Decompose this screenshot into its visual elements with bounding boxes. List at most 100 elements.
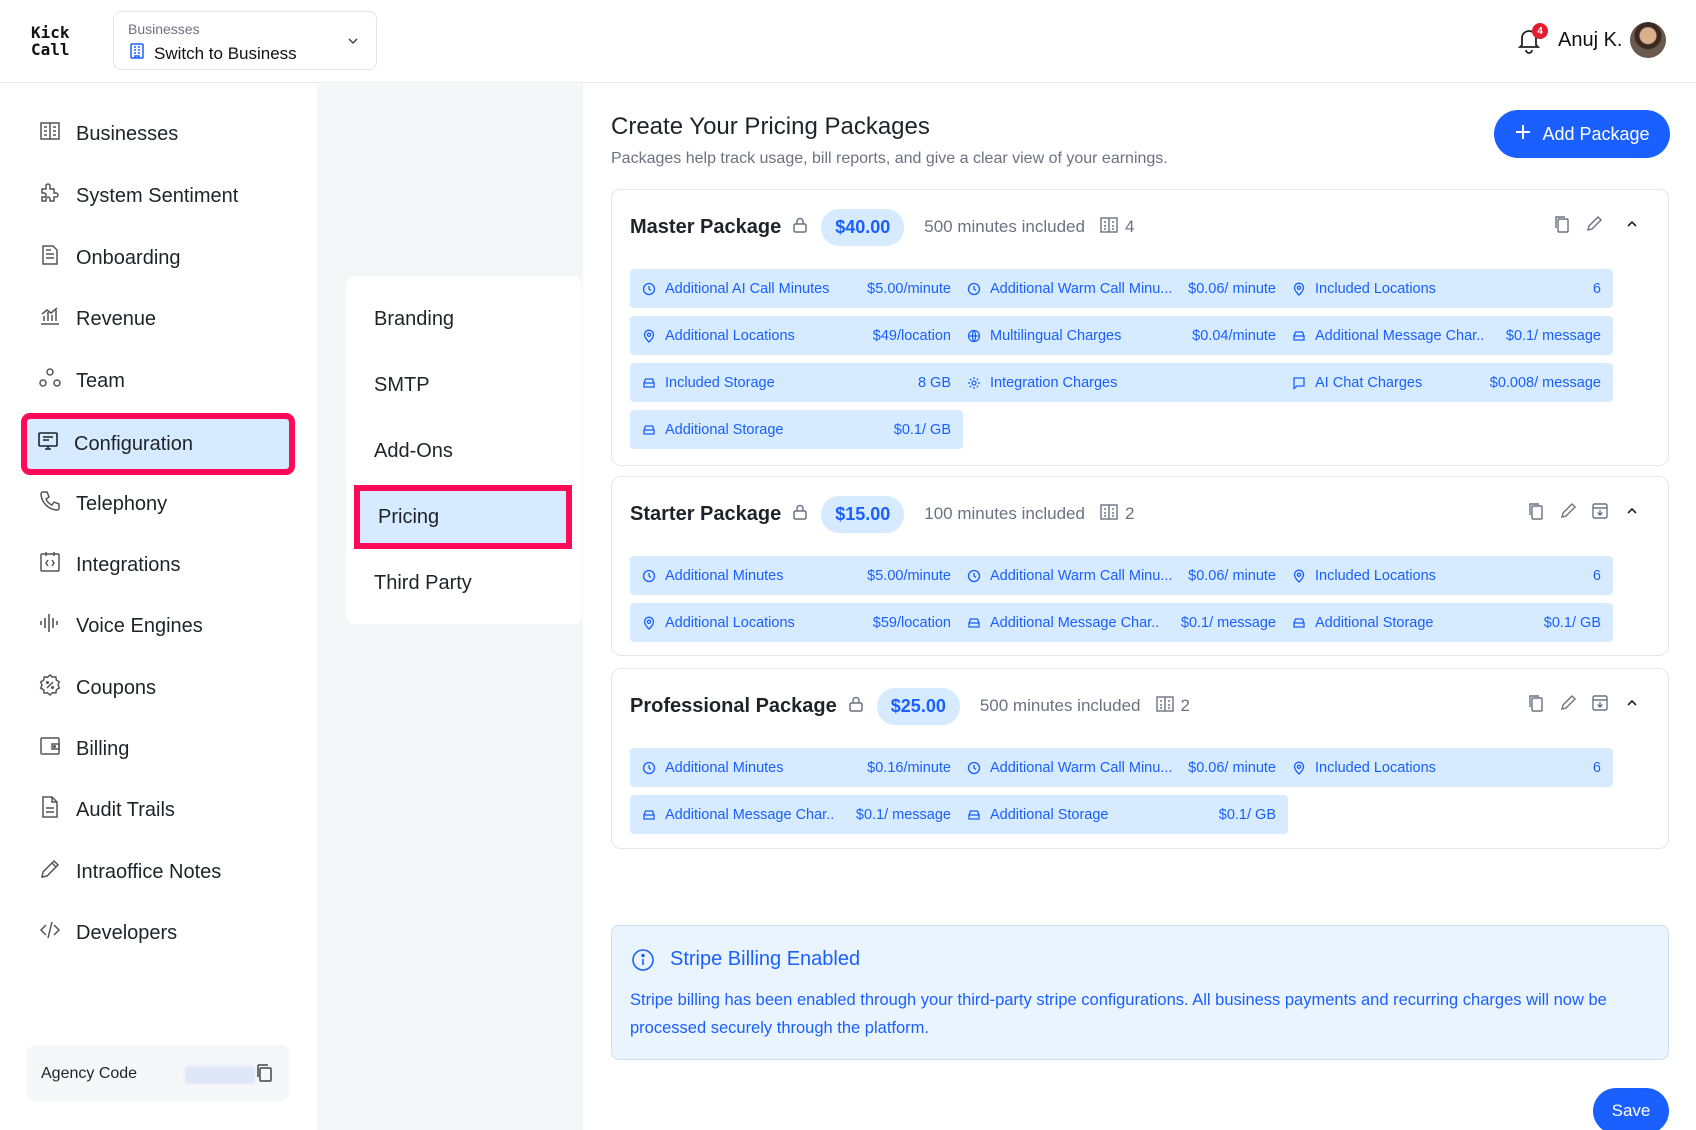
- chip-value: $0.008/ message: [1489, 374, 1601, 391]
- config-icon: [36, 429, 60, 459]
- pricing-chip: Included Locations 6: [1280, 748, 1613, 787]
- chip-value: $5.00/minute: [867, 567, 951, 584]
- chevron-up-icon[interactable]: [1622, 501, 1642, 521]
- chip-value: $0.1/ GB: [1543, 614, 1601, 631]
- package-price: $40.00: [821, 208, 905, 246]
- subnav-item-branding[interactable]: Branding: [355, 291, 573, 347]
- duplicate-icon[interactable]: [1526, 693, 1546, 713]
- building-icon: [1155, 695, 1175, 718]
- edit-icon[interactable]: [1584, 214, 1604, 234]
- package-actions: [1526, 693, 1642, 713]
- avatar[interactable]: [1630, 22, 1666, 58]
- sidebar-item-coupons[interactable]: Coupons: [28, 665, 290, 711]
- sidebar-item-label: Configuration: [74, 432, 193, 455]
- chevron-up-icon[interactable]: [1622, 693, 1642, 713]
- subnav-item-smtp[interactable]: SMTP: [355, 357, 573, 413]
- chip-label: Included Locations: [1315, 759, 1436, 776]
- copy-icon[interactable]: [255, 1063, 273, 1088]
- storage-icon: [642, 808, 656, 822]
- sidebar-item-billing[interactable]: Billing: [28, 726, 290, 772]
- package-name: Professional Package: [630, 694, 837, 717]
- user-name[interactable]: Anuj K.: [1558, 29, 1622, 52]
- package-name: Master Package: [630, 215, 782, 238]
- archive-icon[interactable]: [1590, 501, 1610, 521]
- notification-bell-icon[interactable]: 4: [1516, 23, 1548, 54]
- chip-label: Additional Storage: [1315, 614, 1434, 631]
- chip-label: Additional Message Char..: [990, 614, 1160, 631]
- sidebar-item-integrations[interactable]: Integrations: [28, 542, 290, 588]
- chip-label: Additional Message Char..: [1315, 327, 1485, 344]
- subnav-item-add-ons[interactable]: Add-Ons: [355, 423, 573, 479]
- file-icon: [38, 795, 62, 825]
- sidebar-item-configuration[interactable]: Configuration: [21, 413, 295, 475]
- archive-icon[interactable]: [1590, 693, 1610, 713]
- notification-badge: 4: [1532, 23, 1548, 39]
- sidebar-item-label: Telephony: [76, 492, 168, 515]
- sidebar-item-telephony[interactable]: Telephony: [28, 481, 290, 527]
- chip-label: AI Chat Charges: [1315, 374, 1423, 391]
- chip-label: Additional Locations: [665, 327, 795, 344]
- pricing-chip: Additional Message Char.. $0.1/ message: [1280, 316, 1613, 355]
- subnav-item-pricing[interactable]: Pricing: [354, 485, 572, 549]
- pricing-chip: Additional Warm Call Minu... $0.06/ minut…: [955, 748, 1288, 787]
- logo-line-2: Call: [31, 40, 70, 59]
- building-icon: [38, 119, 62, 149]
- chat-icon: [1292, 376, 1306, 390]
- package-price: $25.00: [876, 687, 960, 725]
- sidebar-item-revenue[interactable]: Revenue: [28, 296, 290, 342]
- sidebar-item-label: Businesses: [76, 122, 179, 145]
- chip-value: $0.1/ GB: [1218, 806, 1276, 823]
- sidebar-item-team[interactable]: Team: [28, 358, 290, 404]
- business-switcher-value: Switch to Business: [154, 43, 297, 63]
- phone-icon: [38, 489, 62, 519]
- chip-label: Multilingual Charges: [990, 327, 1122, 344]
- save-button[interactable]: Save: [1593, 1088, 1669, 1130]
- sidebar-item-audit-trails[interactable]: Audit Trails: [28, 787, 290, 833]
- edit-icon[interactable]: [1558, 501, 1578, 521]
- app-logo[interactable]: Kick Call: [31, 24, 70, 58]
- chevron-up-icon[interactable]: [1622, 214, 1642, 234]
- chip-label: Additional Warm Call Minu...: [990, 759, 1173, 776]
- pricing-chip: Additional Message Char.. $0.1/ message: [630, 795, 963, 834]
- lock-icon: [791, 503, 809, 526]
- sidebar-item-developers[interactable]: Developers: [28, 910, 290, 956]
- clock-icon: [642, 282, 656, 296]
- building-icon: [128, 42, 146, 65]
- package-minutes: 100 minutes included: [924, 504, 1085, 523]
- chevron-down-icon: [346, 34, 360, 53]
- lock-icon: [847, 695, 865, 718]
- sidebar-item-businesses[interactable]: Businesses: [28, 111, 290, 157]
- pin-icon: [642, 616, 656, 630]
- add-package-label: Add Package: [1542, 123, 1650, 144]
- chip-label: Additional Storage: [990, 806, 1109, 823]
- chip-value: $0.1/ message: [855, 806, 951, 823]
- package-card: Master Package $40.00 500 minutes included…: [611, 189, 1669, 466]
- add-package-button[interactable]: Add Package: [1494, 110, 1670, 158]
- storage-icon: [1292, 329, 1306, 343]
- business-switcher[interactable]: Businesses Switch to Business: [113, 11, 377, 70]
- sidebar-item-onboarding[interactable]: Onboarding: [28, 235, 290, 281]
- sidebar-item-intraoffice-notes[interactable]: Intraoffice Notes: [28, 849, 290, 895]
- edit-icon[interactable]: [1558, 693, 1578, 713]
- package-price: $15.00: [821, 495, 905, 533]
- plus-icon: [1514, 123, 1532, 146]
- package-location-count: 4: [1099, 216, 1134, 239]
- location-count-value: 2: [1180, 696, 1190, 715]
- sidebar-item-label: Voice Engines: [76, 614, 203, 637]
- pin-icon: [1292, 569, 1306, 583]
- sidebar-item-label: Onboarding: [76, 246, 181, 269]
- pricing-chip: Additional Storage $0.1/ GB: [630, 410, 963, 449]
- storage-icon: [642, 423, 656, 437]
- subnav-item-third-party[interactable]: Third Party: [355, 555, 573, 611]
- chip-label: Integration Charges: [990, 374, 1118, 391]
- duplicate-icon[interactable]: [1552, 214, 1572, 234]
- package-location-count: 2: [1155, 695, 1190, 718]
- agency-code-value-redacted: [185, 1066, 255, 1084]
- pricing-chip: Additional Storage $0.1/ GB: [1280, 603, 1613, 642]
- sidebar-item-voice-engines[interactable]: Voice Engines: [28, 603, 290, 649]
- duplicate-icon[interactable]: [1526, 501, 1546, 521]
- clock-icon: [967, 761, 981, 775]
- info-icon: [631, 948, 655, 977]
- sidebar-item-system-sentiment[interactable]: System Sentiment: [28, 173, 290, 219]
- sidebar-item-label: Coupons: [76, 676, 157, 699]
